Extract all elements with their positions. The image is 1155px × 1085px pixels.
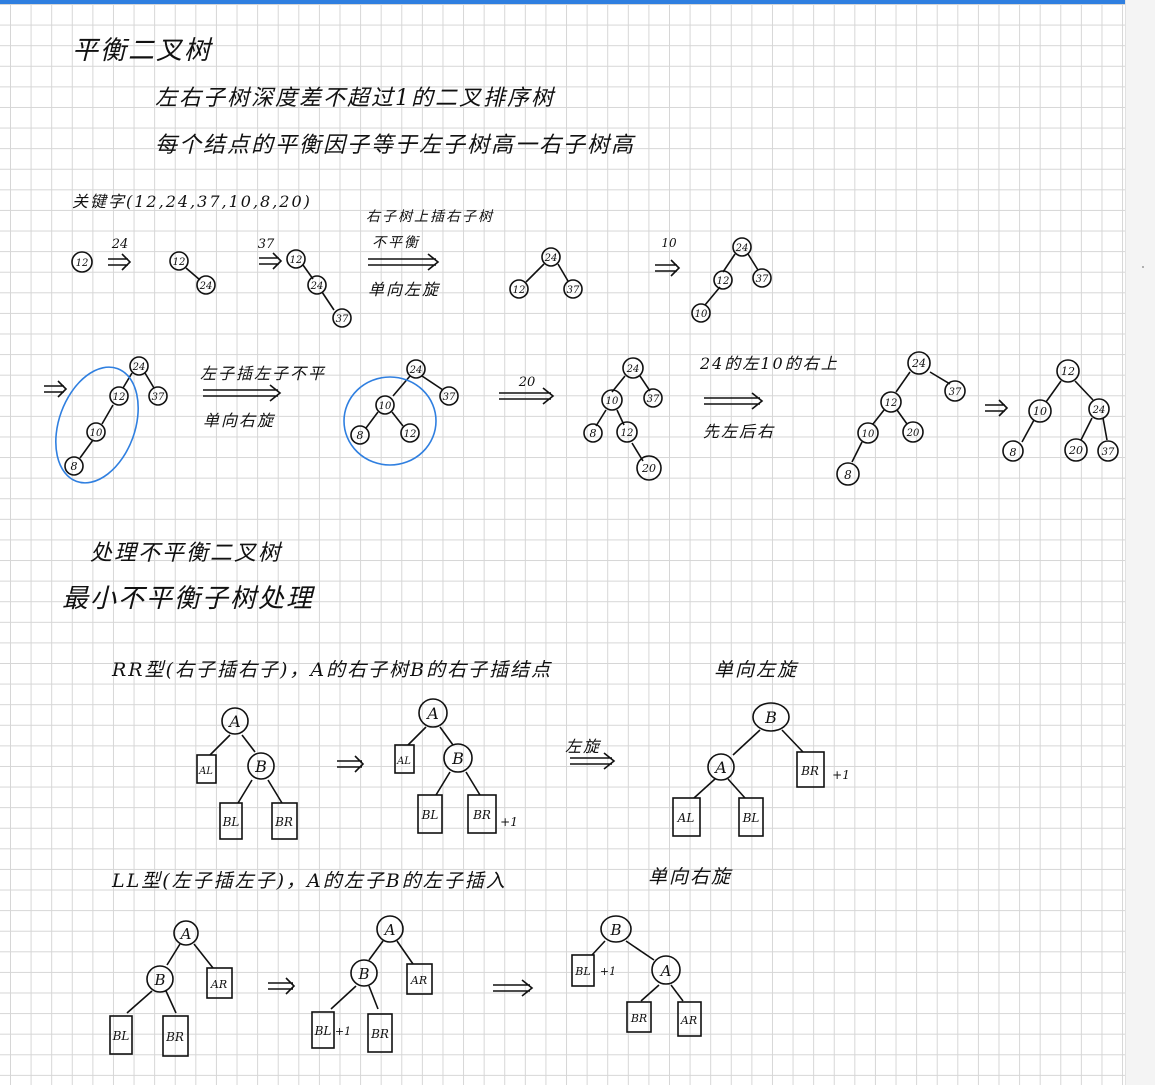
node-37: 37 [1102,447,1115,458]
subtree-BR: BR [800,764,819,778]
plus-one: +1 [600,965,616,978]
node-B: B [357,965,369,983]
node-A: A [425,704,439,723]
node-A: A [227,712,241,731]
subtree-BL: BL [421,808,439,822]
node-10: 10 [606,396,619,407]
node-A: A [179,925,192,943]
subtree-AR: AR [410,974,427,987]
node-12: 12 [885,398,898,409]
node-24: 24 [626,364,640,375]
plus-one: +1 [832,768,850,782]
subtree-BL: BL [222,815,240,829]
subtree-AR: AR [680,1014,697,1027]
node-24: 24 [199,281,213,292]
node-37: 37 [443,392,456,403]
node-8: 8 [357,429,364,442]
vertical-scrollbar[interactable] [1125,0,1155,1085]
node-B: B [254,757,267,776]
node-B: B [153,971,165,989]
node-24: 24 [735,243,749,254]
node-24: 24 [1092,405,1106,416]
node-10: 10 [862,429,875,440]
subtree-AL: AL [677,811,695,825]
highlight-left-subtree [55,366,139,484]
node-12: 12 [513,285,526,296]
plus-one: +1 [500,815,518,829]
arrow-value-24: 24 [111,237,129,252]
subtree-BR: BR [370,1027,389,1041]
node-B: B [609,921,621,939]
subtree-BL: BL [112,1029,130,1043]
arrow-value-10: 10 [661,236,677,250]
node-24: 24 [132,362,146,373]
node-37: 37 [949,387,962,398]
node-10: 10 [695,309,708,320]
node-10: 10 [90,428,103,439]
node-20: 20 [1068,444,1083,457]
subtree-BL: BL [742,811,760,825]
subtree-BR: BR [274,815,293,829]
node-12: 12 [717,276,730,287]
node-12: 12 [113,392,126,403]
node-20: 20 [641,462,656,475]
node-24: 24 [911,357,926,370]
margin-dot [1142,266,1144,268]
highlight-rotated-subtree [343,376,437,466]
node-B: B [764,708,777,727]
node-8: 8 [71,460,78,473]
subtree-AL: AL [396,756,411,767]
node-A: A [713,758,727,777]
node-12: 12 [76,258,89,269]
subtree-AR: AR [210,978,227,991]
arrow-value-20: 20 [518,375,536,390]
node-A: A [383,921,396,939]
subtree-BL: BL [574,965,590,978]
double-arrow [108,253,132,271]
subtree-BL: BL [314,1024,332,1038]
node-8: 8 [1010,446,1017,459]
node-10: 10 [379,401,392,412]
node-12: 12 [173,257,186,268]
node-24: 24 [544,253,558,264]
tree-diagrams: 24 37 10 20 12 12 24 12 24 37 24 12 37 2… [44,236,1119,1057]
node-A: A [659,962,672,980]
node-24: 24 [409,365,423,376]
node-37: 37 [152,392,165,403]
subtree-BR: BR [165,1030,184,1044]
subtree-AL: AL [198,766,213,777]
node-37: 37 [336,314,349,325]
node-37: 37 [647,394,660,405]
node-8: 8 [844,468,852,482]
node-12: 12 [290,255,303,266]
node-24: 24 [310,281,324,292]
plus-one: +1 [335,1025,351,1038]
node-8: 8 [590,427,597,440]
node-10: 10 [1033,405,1047,418]
arrow-value-37: 37 [258,237,275,252]
node-B: B [451,749,464,768]
node-20: 20 [906,428,920,439]
subtree-BR: BR [472,808,491,822]
subtree-BR: BR [630,1012,647,1025]
node-37: 37 [567,285,580,296]
node-12: 12 [404,429,417,440]
node-37: 37 [756,274,769,285]
node-12: 12 [621,428,634,439]
node-12: 12 [1061,365,1075,378]
